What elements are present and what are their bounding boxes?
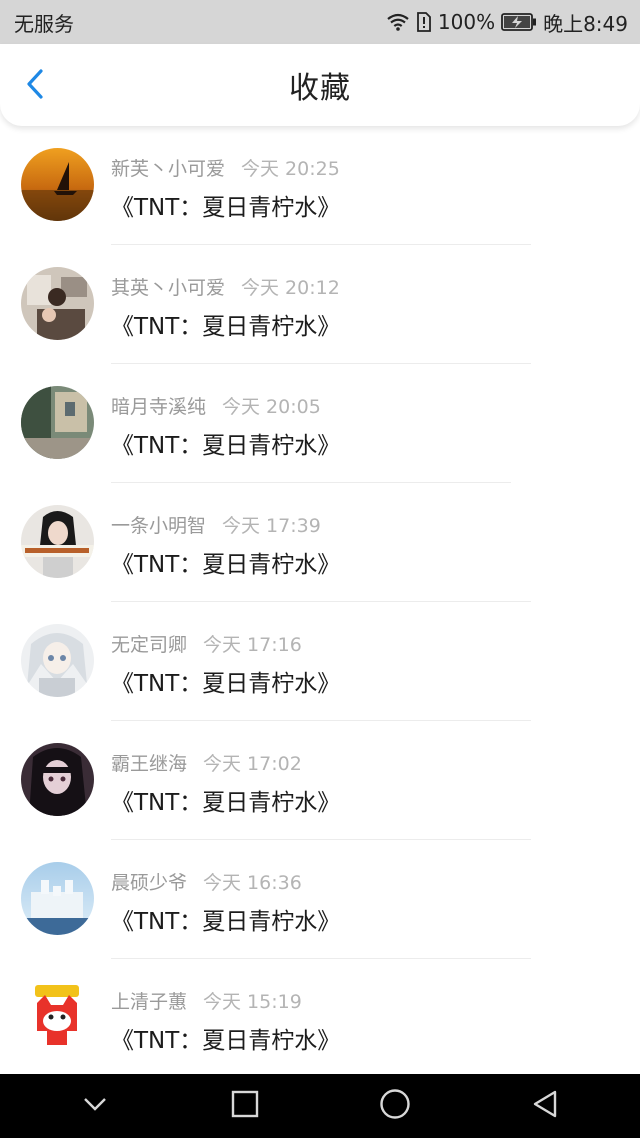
username: 无定司卿 (111, 634, 188, 656)
username: 一条小明智 (111, 515, 207, 537)
header-bar: 收藏 (0, 44, 640, 126)
favorite-item[interactable]: 其英丶小可爱 今天 20:12 《TNT：夏日青柠水》 (0, 245, 640, 364)
favorite-item[interactable]: 晨硕少爷 今天 16:36 《TNT：夏日青柠水》 (0, 840, 640, 959)
timestamp: 今天 17:39 (222, 515, 321, 537)
avatar (21, 981, 94, 1054)
triangle-back-icon (531, 1089, 559, 1123)
favorite-title: 《TNT：夏日青柠水》 (111, 314, 341, 340)
favorite-item[interactable]: 暗月寺溪纯 今天 20:05 《TNT：夏日青柠水》 (0, 364, 640, 483)
username: 新芙丶小可爱 (111, 158, 226, 180)
favorite-title: 《TNT：夏日青柠水》 (111, 909, 341, 935)
timestamp: 今天 20:05 (222, 396, 321, 418)
clock: 晚上8:49 (543, 11, 628, 36)
username: 晨硕少爷 (111, 872, 188, 894)
avatar (21, 386, 94, 459)
favorite-title: 《TNT：夏日青柠水》 (111, 671, 341, 697)
circle-icon (379, 1088, 411, 1124)
favorite-item[interactable]: 一条小明智 今天 17:39 《TNT：夏日青柠水》 (0, 483, 640, 602)
avatar (21, 505, 94, 578)
timestamp: 今天 15:19 (203, 991, 302, 1013)
status-bar: 无服务 100% 晚上8:49 (0, 0, 640, 44)
recents-button[interactable] (215, 1076, 275, 1136)
hide-nav-button[interactable] (65, 1076, 125, 1136)
battery-percent: 100% (437, 10, 496, 34)
favorite-item[interactable]: 上清子蕙 今天 15:19 《TNT：夏日青柠水》 (0, 959, 640, 1074)
favorite-title: 《TNT：夏日青柠水》 (111, 195, 341, 221)
favorite-title: 《TNT：夏日青柠水》 (111, 552, 341, 578)
favorite-title: 《TNT：夏日青柠水》 (111, 790, 341, 816)
avatar (21, 267, 94, 340)
avatar (21, 862, 94, 935)
username: 暗月寺溪纯 (111, 396, 207, 418)
favorites-list: 新芙丶小可爱 今天 20:25 《TNT：夏日青柠水》 其英丶小可爱 今天 20:1… (0, 126, 640, 1074)
timestamp: 今天 17:16 (203, 634, 302, 656)
system-navigation-bar (0, 1074, 640, 1138)
avatar (21, 743, 94, 816)
favorite-item[interactable]: 霸王继海 今天 17:02 《TNT：夏日青柠水》 (0, 721, 640, 840)
avatar (21, 624, 94, 697)
square-icon (231, 1090, 259, 1122)
username: 其英丶小可爱 (111, 277, 226, 299)
chevron-down-icon (82, 1096, 108, 1116)
favorite-item[interactable]: 新芙丶小可爱 今天 20:25 《TNT：夏日青柠水》 (0, 126, 640, 245)
home-button[interactable] (365, 1076, 425, 1136)
username: 上清子蕙 (111, 991, 188, 1013)
wifi-icon (386, 12, 410, 32)
sim-alert-icon (416, 12, 432, 32)
favorite-title: 《TNT：夏日青柠水》 (111, 433, 341, 459)
username: 霸王继海 (111, 753, 188, 775)
page-title: 收藏 (289, 71, 351, 106)
timestamp: 今天 16:36 (203, 872, 302, 894)
timestamp: 今天 17:02 (203, 753, 302, 775)
battery-charging-icon (501, 13, 537, 31)
favorite-item[interactable]: 无定司卿 今天 17:16 《TNT：夏日青柠水》 (0, 602, 640, 721)
favorite-title: 《TNT：夏日青柠水》 (111, 1028, 341, 1054)
avatar (21, 148, 94, 221)
timestamp: 今天 20:12 (241, 277, 340, 299)
carrier-label: 无服务 (14, 11, 74, 36)
timestamp: 今天 20:25 (241, 158, 340, 180)
back-nav-button[interactable] (515, 1076, 575, 1136)
